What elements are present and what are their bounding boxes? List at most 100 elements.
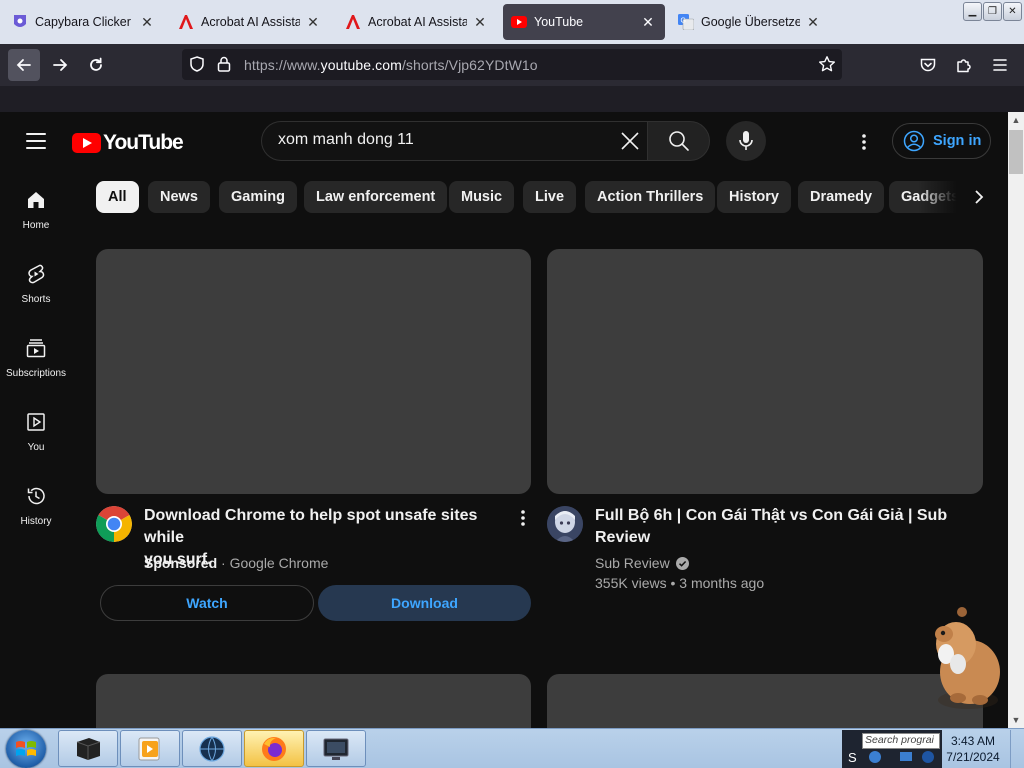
tracking-shield-icon[interactable] bbox=[188, 55, 206, 78]
arrow-left-icon bbox=[16, 59, 31, 71]
search-button[interactable] bbox=[647, 121, 710, 161]
guide-item-history[interactable]: History bbox=[0, 470, 72, 544]
close-icon[interactable]: ✕ bbox=[804, 13, 822, 31]
guide-item-home[interactable]: Home bbox=[0, 174, 72, 248]
reload-button[interactable] bbox=[80, 49, 112, 81]
clear-search-button[interactable] bbox=[616, 127, 644, 155]
url-text[interactable]: https://www.youtube.com/shorts/Vjp62YDtW… bbox=[244, 57, 538, 73]
video-title[interactable]: Full Bộ 6h | Con Gái Thật vs Con Gái Giả… bbox=[595, 505, 975, 549]
sponsored-badge: Sponsored bbox=[144, 555, 218, 571]
chip-music[interactable]: Music bbox=[449, 181, 515, 213]
close-icon[interactable]: ✕ bbox=[639, 13, 657, 31]
close-icon[interactable]: ✕ bbox=[471, 13, 489, 31]
scroll-up-arrow-icon[interactable]: ▲ bbox=[1008, 112, 1024, 128]
system-clock[interactable]: 3:43 AM 7/21/2024 bbox=[942, 733, 1004, 765]
channel-name[interactable]: Sub Review bbox=[595, 555, 670, 571]
chip-law-enforcement[interactable]: Law enforcement bbox=[304, 181, 448, 213]
guide-label: History bbox=[20, 516, 52, 527]
page-scrollbar[interactable] bbox=[1008, 112, 1024, 728]
close-window-button[interactable]: ✕ bbox=[1003, 2, 1022, 21]
channel-avatar[interactable] bbox=[547, 506, 583, 542]
sign-in-button[interactable]: Sign in bbox=[892, 123, 991, 159]
back-button[interactable] bbox=[8, 49, 40, 81]
reload-icon bbox=[90, 57, 102, 71]
guide-item-shorts[interactable]: Shorts bbox=[0, 248, 72, 322]
taskbar-firefox[interactable] bbox=[244, 730, 304, 767]
filter-chips-bar: All News Gaming Law enforcement Music Li… bbox=[96, 181, 966, 213]
lock-icon[interactable] bbox=[216, 55, 232, 78]
youtube-masthead: YouTube Sign in bbox=[0, 112, 1008, 170]
arrow-right-icon bbox=[53, 59, 68, 71]
pocket-icon bbox=[920, 58, 936, 72]
firefox-icon bbox=[262, 736, 286, 761]
svg-text:G: G bbox=[681, 18, 686, 25]
extensions-button[interactable] bbox=[948, 49, 980, 81]
video-title-line-2: Review bbox=[595, 529, 651, 546]
capybara-sticker-icon[interactable] bbox=[918, 604, 1010, 712]
ad-thumbnail[interactable] bbox=[96, 249, 531, 494]
tab-acrobat-2[interactable]: Acrobat AI Assistant ✕ bbox=[337, 4, 497, 40]
chip-gaming[interactable]: Gaming bbox=[219, 181, 297, 213]
clock-time: 3:43 AM bbox=[950, 734, 996, 748]
pocket-button[interactable] bbox=[912, 49, 944, 81]
youtube-logo[interactable]: YouTube bbox=[72, 131, 184, 155]
scroll-down-arrow-icon[interactable]: ▼ bbox=[1008, 712, 1024, 728]
show-desktop-button[interactable] bbox=[1010, 730, 1024, 768]
taskbar-app-1[interactable] bbox=[58, 730, 118, 767]
scrollbar-thumb[interactable] bbox=[1009, 130, 1023, 174]
tab-youtube[interactable]: YouTube ✕ bbox=[503, 4, 665, 40]
chip-history[interactable]: History bbox=[717, 181, 791, 213]
clock-date: 7/21/2024 bbox=[946, 750, 1000, 764]
meta-separator: • bbox=[670, 575, 676, 591]
chip-live[interactable]: Live bbox=[523, 181, 577, 213]
app-menu-button[interactable] bbox=[984, 49, 1016, 81]
search-input[interactable] bbox=[278, 131, 598, 149]
chip-all[interactable]: All bbox=[96, 181, 139, 213]
ad-meta: Sponsored · Google Chrome bbox=[144, 555, 328, 571]
taskbar-app-5[interactable] bbox=[306, 730, 366, 767]
screen: Capybara Clicker 🐀 ✕ Acrobat AI Assistan… bbox=[0, 0, 1024, 768]
more-vertical-icon bbox=[862, 134, 866, 150]
tray-icons[interactable]: S bbox=[848, 748, 938, 766]
taskbar-app-3[interactable] bbox=[182, 730, 242, 767]
chevron-right-icon bbox=[975, 190, 984, 204]
minimize-button[interactable]: ▁ bbox=[963, 2, 982, 21]
settings-menu-button[interactable] bbox=[850, 128, 878, 156]
guide-item-you[interactable]: You bbox=[0, 396, 72, 470]
window-controls: ▁ ❐ ✕ bbox=[963, 2, 1022, 21]
taskbar-app-2[interactable] bbox=[120, 730, 180, 767]
tab-acrobat-1[interactable]: Acrobat AI Assistant ✕ bbox=[170, 4, 330, 40]
start-button[interactable] bbox=[6, 730, 46, 768]
bookmark-star-icon[interactable] bbox=[818, 55, 836, 78]
close-icon[interactable]: ✕ bbox=[138, 13, 156, 31]
chip-action-thrillers[interactable]: Action Thrillers bbox=[585, 181, 716, 213]
chips-next-button[interactable] bbox=[964, 181, 994, 213]
guide-item-subscriptions[interactable]: Subscriptions bbox=[0, 322, 72, 396]
verified-badge-icon bbox=[675, 556, 689, 570]
download-button[interactable]: Download bbox=[318, 585, 531, 621]
restore-button[interactable]: ❐ bbox=[983, 2, 1002, 21]
watch-button[interactable]: Watch bbox=[100, 585, 314, 621]
close-icon[interactable]: ✕ bbox=[304, 13, 322, 31]
shorts-icon bbox=[24, 262, 48, 286]
mini-guide: Home Shorts Subscriptions You History bbox=[0, 170, 72, 728]
address-bar[interactable]: https://www.youtube.com/shorts/Vjp62YDtW… bbox=[182, 49, 842, 80]
chip-dramedy[interactable]: Dramedy bbox=[798, 181, 885, 213]
video-thumbnail[interactable] bbox=[547, 249, 983, 494]
guide-menu-button[interactable] bbox=[20, 128, 52, 154]
program-search-input[interactable]: Search prograi bbox=[862, 733, 940, 749]
adobe-acrobat-icon bbox=[178, 14, 194, 30]
view-count: 355K views bbox=[595, 575, 667, 591]
upload-age: 3 months ago bbox=[679, 575, 765, 591]
tab-capybara-clicker[interactable]: Capybara Clicker 🐀 ✕ bbox=[4, 4, 164, 40]
chip-news[interactable]: News bbox=[148, 181, 210, 213]
video-thumbnail[interactable] bbox=[96, 674, 531, 728]
home-icon bbox=[24, 188, 48, 212]
ad-more-button[interactable] bbox=[511, 506, 535, 530]
voice-search-button[interactable] bbox=[726, 121, 766, 161]
tab-google-translate[interactable]: G Google Übersetzer ✕ bbox=[670, 4, 830, 40]
meta-separator: · bbox=[221, 555, 226, 571]
chrome-logo-icon[interactable] bbox=[96, 506, 132, 542]
forward-button[interactable] bbox=[44, 49, 76, 81]
search-box bbox=[261, 121, 647, 161]
